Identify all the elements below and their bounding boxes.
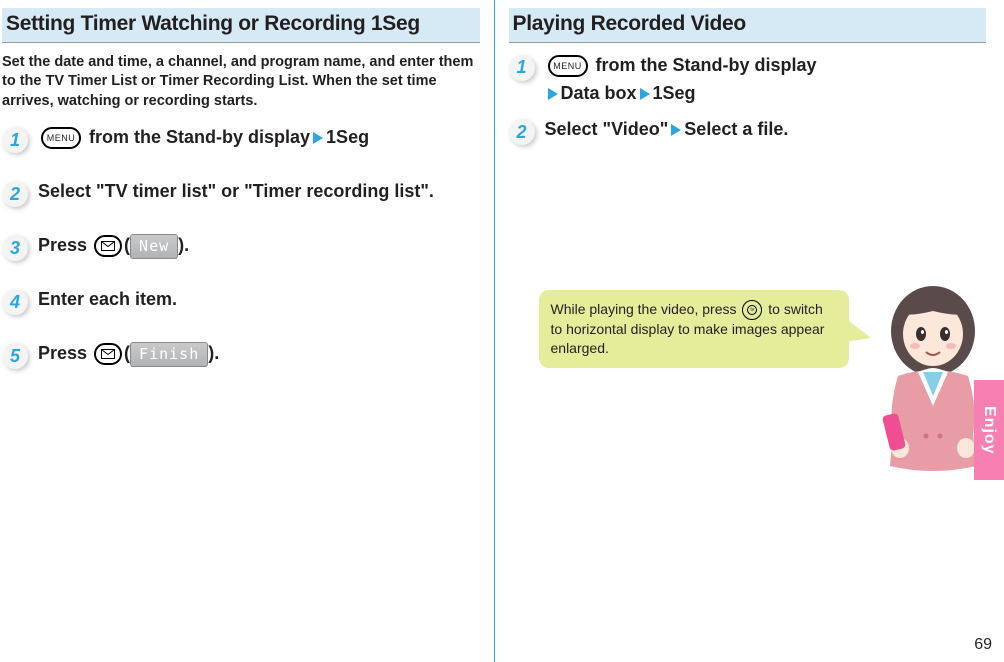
page-number: 69 xyxy=(974,636,992,654)
camera-button-icon: tv xyxy=(742,300,762,320)
step-number: 2 xyxy=(509,119,535,145)
left-intro: Set the date and time, a channel, and pr… xyxy=(2,53,480,112)
step-text: from the Stand-by display xyxy=(89,127,310,147)
step-body: Select "Video" Select a file. xyxy=(545,117,789,141)
left-step-5: 5 Press (Finish). xyxy=(2,341,480,367)
speech-tail-icon xyxy=(845,318,871,342)
press-label: Press xyxy=(38,343,92,363)
arrow-icon xyxy=(671,124,681,136)
left-step-2: 2 Select "TV timer list" or "Timer recor… xyxy=(2,179,480,205)
arrow-icon xyxy=(548,88,558,100)
link-1seg: 1Seg xyxy=(653,83,696,103)
link-databox: Data box xyxy=(561,83,637,103)
mail-button-icon xyxy=(94,343,122,365)
step-number: 1 xyxy=(509,55,535,81)
step-text: from the Stand-by display xyxy=(596,55,817,75)
left-step-4: 4 Enter each item. xyxy=(2,287,480,313)
left-section-title: Setting Timer Watching or Recording 1Seg xyxy=(2,8,480,43)
left-step-3: 3 Press (New). xyxy=(2,233,480,259)
arrow-icon xyxy=(640,88,650,100)
step-body: Enter each item. xyxy=(38,287,177,311)
arrow-icon xyxy=(313,132,323,144)
side-tab-enjoy: Enjoy xyxy=(974,380,1004,480)
new-pill: New xyxy=(130,234,178,258)
right-section-title: Playing Recorded Video xyxy=(509,8,987,43)
mail-button-icon xyxy=(94,235,122,257)
left-step-1: 1 MENU from the Stand-by display 1Seg xyxy=(2,125,480,151)
tip-box: While playing the video, press tv to swi… xyxy=(539,290,849,368)
paren-close: ). xyxy=(208,343,219,363)
step-body: Press (Finish). xyxy=(38,341,219,366)
left-column: Setting Timer Watching or Recording 1Seg… xyxy=(0,0,494,662)
step-number: 5 xyxy=(2,343,28,369)
right-step-2: 2 Select "Video" Select a file. xyxy=(509,117,987,143)
right-step-1: 1 MENU from the Stand-by display Data bo… xyxy=(509,53,987,106)
menu-button-icon: MENU xyxy=(41,127,81,149)
side-tab-label: Enjoy xyxy=(980,406,998,455)
step-number: 3 xyxy=(2,235,28,261)
press-label: Press xyxy=(38,235,92,255)
menu-button-icon: MENU xyxy=(548,55,588,77)
step-body: MENU from the Stand-by display Data box 1… xyxy=(545,53,817,106)
right-column: Playing Recorded Video 1 MENU from the S… xyxy=(494,0,1004,662)
step-body: MENU from the Stand-by display 1Seg xyxy=(38,125,369,149)
step-number: 4 xyxy=(2,289,28,315)
select-file: Select a file. xyxy=(684,119,788,139)
step-number: 1 xyxy=(2,127,28,153)
tip-text-1: While playing the video, press xyxy=(551,301,741,317)
step-tail: 1Seg xyxy=(326,127,369,147)
step-number: 2 xyxy=(2,181,28,207)
finish-pill: Finish xyxy=(130,342,208,366)
step-body: Select "TV timer list" or "Timer recordi… xyxy=(38,179,434,203)
paren-close: ). xyxy=(178,235,189,255)
select-video: Select "Video" xyxy=(545,119,669,139)
step-body: Press (New). xyxy=(38,233,189,258)
